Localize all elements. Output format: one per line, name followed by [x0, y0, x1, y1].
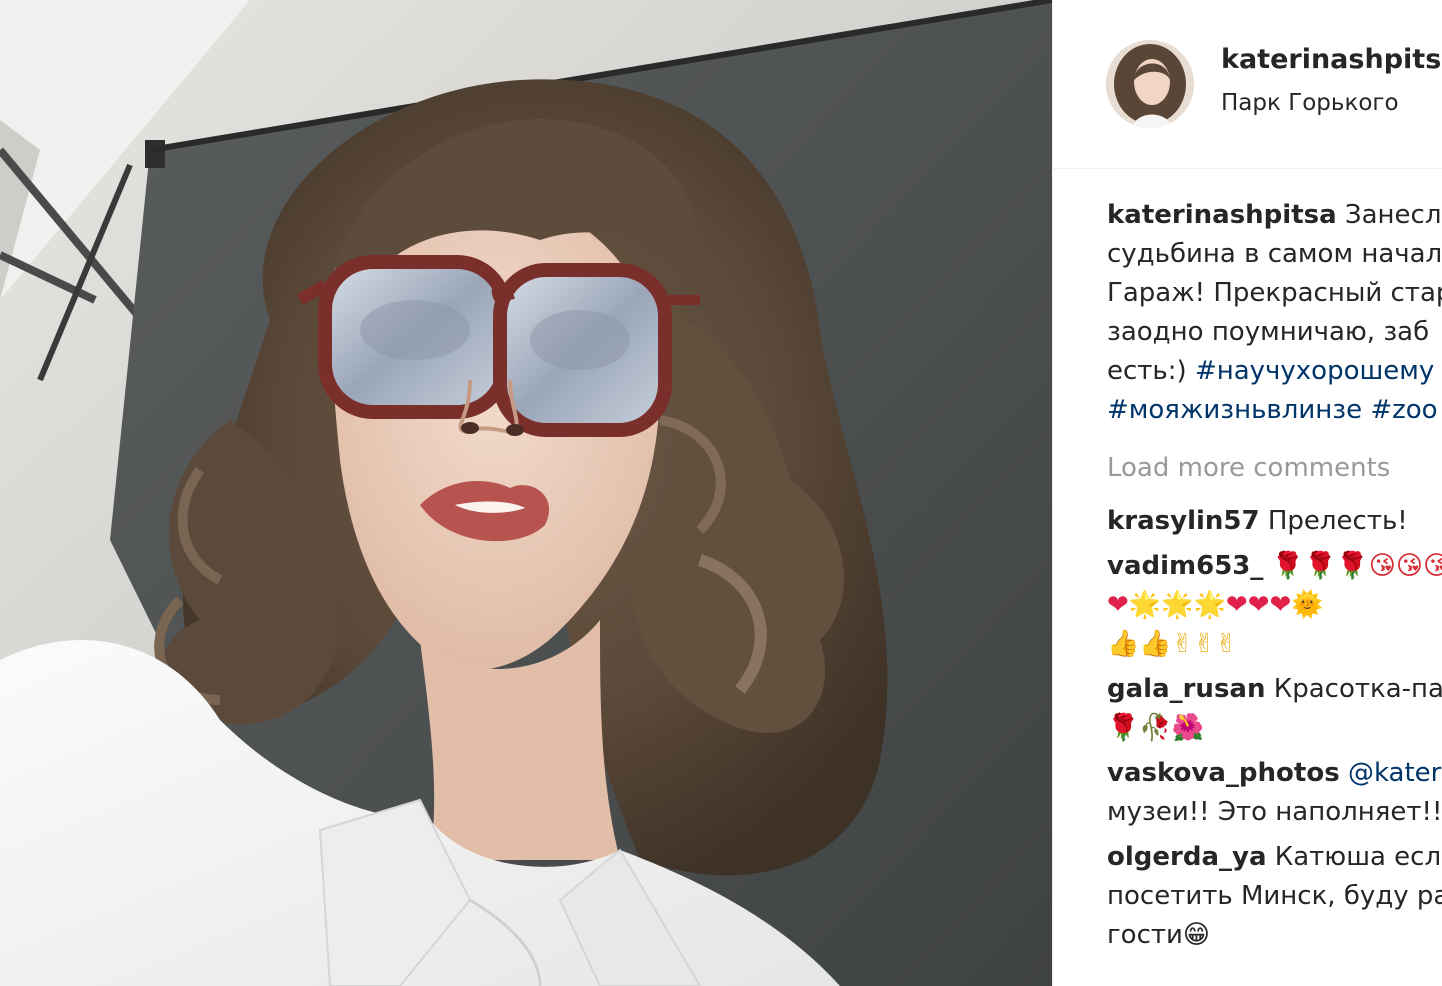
comment: vaskova_photos @kateri музеи!! Это напол…: [1107, 754, 1442, 832]
comment-text: ❤🌟🌟🌟❤❤❤🌞: [1107, 590, 1324, 620]
caption-text: Занесла: [1344, 200, 1442, 230]
comment-text: музеи!! Это наполняет!!: [1107, 797, 1442, 827]
comment-username-link[interactable]: vaskova_photos: [1107, 758, 1340, 788]
post-photo[interactable]: [0, 0, 1052, 986]
caption-line: есть:) #научухорошему: [1107, 352, 1442, 391]
comment-text: гости😁: [1107, 920, 1211, 950]
comments-list: katerinashpitsa Занесла судьбина в самом…: [1107, 196, 1442, 961]
caption-text: заодно поумничаю, заб: [1107, 317, 1430, 347]
comment-text: 🌹🌹🌹😘😘😘: [1271, 551, 1442, 581]
caption: katerinashpitsa Занесла судьбина в самом…: [1107, 196, 1442, 430]
comment-text: посетить Минск, буду ра: [1107, 881, 1442, 911]
caption-text: есть:): [1107, 356, 1187, 386]
comment-text: Прелесть!: [1267, 506, 1408, 536]
post-username-link[interactable]: katerinashpitsa: [1221, 44, 1442, 75]
comment-text: Катюша если: [1274, 842, 1442, 872]
comment-text: 🌹🥀🌺: [1107, 713, 1205, 743]
load-more-comments-button[interactable]: Load more comments: [1107, 449, 1442, 488]
comment: olgerda_ya Катюша если посетить Минск, б…: [1107, 838, 1442, 955]
avatar[interactable]: [1106, 40, 1194, 128]
photo-illustration: [0, 0, 1052, 986]
avatar-image: [1106, 40, 1194, 128]
comment-username-link[interactable]: krasylin57: [1107, 506, 1260, 536]
caption-text: судьбина в самом начал: [1107, 239, 1442, 269]
hashtag-link[interactable]: #научухорошему: [1195, 356, 1434, 386]
comment: gala_rusan Красотка-пал 🌹🥀🌺: [1107, 670, 1442, 748]
post-header: katerinashpitsa Парк Горького: [1053, 0, 1442, 169]
comment-text: 👍👍✌✌✌: [1107, 629, 1238, 659]
post-location-link[interactable]: Парк Горького: [1221, 90, 1399, 116]
caption-text: Гараж! Прекрасный стар: [1107, 278, 1442, 308]
comment-username-link[interactable]: vadim653_: [1107, 551, 1263, 581]
caption-username-link[interactable]: katerinashpitsa: [1107, 200, 1337, 230]
comment-username-link[interactable]: olgerda_ya: [1107, 842, 1267, 872]
comment-username-link[interactable]: gala_rusan: [1107, 674, 1265, 704]
comment-text: Красотка-пал: [1273, 674, 1442, 704]
hashtag-link[interactable]: #мояжизньвлинзе #zoo: [1107, 391, 1442, 430]
caption-line: katerinashpitsa Занесла: [1107, 196, 1442, 235]
post-sidebar: katerinashpitsa Парк Горького katerinash…: [1052, 0, 1442, 986]
comment: vadim653_ 🌹🌹🌹😘😘😘 ❤🌟🌟🌟❤❤❤🌞 👍👍✌✌✌: [1107, 547, 1442, 664]
comment: krasylin57 Прелесть!: [1107, 502, 1442, 541]
mention-link[interactable]: @kateri: [1348, 758, 1442, 788]
